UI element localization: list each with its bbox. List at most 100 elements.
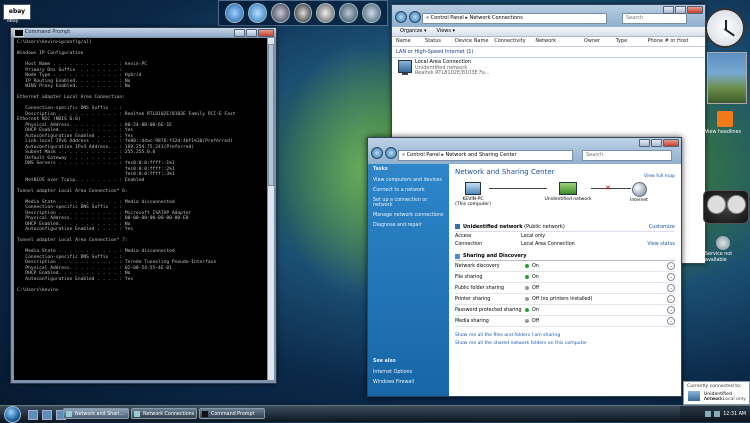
task-view-computers[interactable]: View computers and devices bbox=[368, 175, 449, 185]
nsc-address-bar[interactable]: « Control Panel ▸ Network and Sharing Ce… bbox=[398, 150, 573, 161]
network-sharing-center-window[interactable]: « Control Panel ▸ Network and Sharing Ce… bbox=[367, 137, 682, 397]
link-internet-options[interactable]: Internet Options bbox=[368, 367, 449, 377]
globe-icon[interactable] bbox=[247, 3, 267, 23]
expand-chevron-icon[interactable]: ⌄ bbox=[667, 284, 675, 292]
minimize-icon[interactable] bbox=[234, 29, 245, 37]
taskbar-button-command-prompt[interactable]: Command Prompt bbox=[199, 408, 265, 419]
network-tray-icon[interactable] bbox=[705, 411, 712, 417]
close-icon[interactable] bbox=[258, 29, 274, 37]
minimize-icon[interactable] bbox=[639, 139, 650, 147]
expand-chevron-icon[interactable]: ⌄ bbox=[667, 262, 675, 270]
computer-subtitle: (This computer) bbox=[455, 202, 491, 207]
forward-icon[interactable] bbox=[385, 147, 397, 159]
cmd-output[interactable]: C:\Users\kevin>ipconfig/all Windows IP Co… bbox=[14, 38, 267, 380]
start-button[interactable] bbox=[4, 406, 21, 423]
taskbar-button-network-sharing[interactable]: Network and Shari... bbox=[63, 408, 129, 419]
slideshow-gadget[interactable] bbox=[707, 52, 747, 104]
top-gadget-dock bbox=[218, 0, 388, 26]
volume-tray-icon[interactable] bbox=[714, 411, 721, 417]
sharing-row[interactable]: File sharing On ⌄ bbox=[455, 272, 675, 283]
close-icon[interactable] bbox=[663, 139, 679, 147]
task-connect-network[interactable]: Connect to a network bbox=[368, 185, 449, 195]
taskbar-button-network-connections[interactable]: Network Connections bbox=[131, 408, 197, 419]
forward-icon[interactable] bbox=[409, 11, 421, 23]
task-diagnose-repair[interactable]: Diagnose and repair bbox=[368, 220, 449, 230]
column-header[interactable]: Device Name bbox=[451, 37, 490, 46]
network-map: KEVIN-PC (This computer) Unidentified ne… bbox=[455, 174, 675, 222]
link-windows-firewall[interactable]: Windows Firewall bbox=[368, 377, 449, 387]
ebay-gadget-logo[interactable]: ebay bbox=[3, 4, 31, 20]
folder-icon bbox=[134, 411, 140, 417]
column-header[interactable]: Phone # or Host Addre... bbox=[644, 37, 706, 53]
expand-chevron-icon[interactable]: ⌄ bbox=[667, 306, 675, 314]
back-icon[interactable] bbox=[371, 147, 383, 159]
expand-chevron-icon[interactable]: ⌄ bbox=[667, 273, 675, 281]
cmd-scrollbar[interactable] bbox=[268, 38, 274, 380]
show-desktop-icon[interactable] bbox=[28, 410, 38, 420]
cpu-meter-gadget[interactable] bbox=[703, 190, 749, 224]
sharing-row[interactable]: Password protected sharing On ⌄ bbox=[455, 305, 675, 316]
nsc-title-bar[interactable]: « Control Panel ▸ Network and Sharing Ce… bbox=[368, 138, 681, 164]
maximize-icon[interactable] bbox=[246, 29, 257, 37]
netconn-title-bar[interactable]: « Control Panel ▸ Network Connections Se… bbox=[392, 5, 705, 27]
tray-clock[interactable]: 12:31 AM bbox=[723, 412, 746, 417]
clock-minute-hand bbox=[724, 28, 735, 37]
nsc-search-input[interactable]: Search bbox=[582, 150, 672, 161]
rss-feed-icon[interactable] bbox=[717, 111, 733, 127]
sharing-row[interactable]: Printer sharing Off (no printers installe… bbox=[455, 294, 675, 305]
show-shared-files-link[interactable]: Show me all the files and folders I am s… bbox=[455, 332, 675, 340]
internet-label: Internet bbox=[630, 198, 648, 203]
network-notification-popup[interactable]: Currently connected to: Unidentified net… bbox=[683, 381, 750, 405]
maximize-icon[interactable] bbox=[675, 6, 686, 14]
column-header[interactable]: Network Category bbox=[531, 37, 580, 53]
sharing-row[interactable]: Network discovery On ⌄ bbox=[455, 261, 675, 272]
film-icon[interactable] bbox=[316, 3, 336, 23]
back-icon[interactable] bbox=[395, 11, 407, 23]
view-full-map-link[interactable]: View full map bbox=[644, 174, 675, 179]
netconn-address-bar[interactable]: « Control Panel ▸ Network Connections bbox=[422, 13, 607, 24]
organize-menu[interactable]: Organize ▾ bbox=[400, 27, 427, 36]
switch-windows-icon[interactable] bbox=[42, 410, 52, 420]
views-menu[interactable]: Views ▾ bbox=[437, 27, 456, 36]
netconn-window-controls bbox=[663, 6, 703, 14]
notification-title: Currently connected to: bbox=[687, 384, 742, 389]
connection-group-header[interactable]: LAN or High-Speed Internet (1) bbox=[392, 47, 705, 58]
sharing-row[interactable]: Public folder sharing Off ⌄ bbox=[455, 283, 675, 294]
camera-icon[interactable] bbox=[270, 3, 290, 23]
clock-gadget[interactable] bbox=[705, 8, 745, 48]
rss-gadget-label[interactable]: View headlines bbox=[705, 130, 741, 135]
column-header[interactable]: Owner bbox=[580, 37, 612, 46]
show-shared-folders-link[interactable]: Show me all the shared network folders o… bbox=[455, 340, 675, 348]
weather-offline-icon bbox=[716, 236, 730, 250]
cmd-title-bar[interactable]: Command Prompt bbox=[11, 28, 276, 37]
expand-chevron-icon[interactable]: ⌄ bbox=[667, 317, 675, 325]
cmd-line: C:\Users\kevin> bbox=[17, 287, 59, 293]
command-prompt-window[interactable]: Command Prompt C:\Users\kevin>ipconfig/a… bbox=[10, 27, 277, 384]
column-header[interactable]: Connectivity bbox=[490, 37, 531, 46]
maximize-icon[interactable] bbox=[651, 139, 662, 147]
task-setup-connection[interactable]: Set up a connection or network bbox=[368, 195, 449, 210]
expand-chevron-icon[interactable]: ⌄ bbox=[667, 295, 675, 303]
customize-link[interactable]: Customize bbox=[649, 224, 675, 230]
tasks-heading: Tasks bbox=[373, 167, 388, 172]
column-header[interactable]: Name bbox=[392, 37, 421, 46]
settings-icon[interactable] bbox=[362, 3, 382, 23]
sharing-label: Printer sharing bbox=[455, 296, 491, 302]
minimize-icon[interactable] bbox=[663, 6, 674, 14]
sharing-value: Off bbox=[532, 318, 540, 324]
sharing-row[interactable]: Media sharing Off ⌄ bbox=[455, 316, 675, 327]
sharing-value: On bbox=[532, 263, 539, 269]
lock-icon[interactable] bbox=[339, 3, 359, 23]
task-manage-connections[interactable]: Manage network connections bbox=[368, 210, 449, 220]
cmd-scroll-thumb[interactable] bbox=[268, 44, 274, 186]
speaker-icon[interactable] bbox=[293, 3, 313, 23]
column-header[interactable]: Type bbox=[612, 37, 644, 46]
column-header[interactable]: Status bbox=[421, 37, 451, 46]
local-area-connection-item[interactable]: Local Area Connection Unidentified netwo… bbox=[398, 59, 490, 77]
close-icon[interactable] bbox=[687, 6, 703, 14]
netconn-search-input[interactable]: Search bbox=[622, 13, 687, 24]
map-node-computer: KEVIN-PC (This computer) bbox=[455, 182, 491, 207]
view-status-link[interactable]: View status bbox=[647, 242, 675, 247]
chat-icon[interactable] bbox=[225, 3, 244, 23]
sharing-label: Network discovery bbox=[455, 263, 500, 269]
